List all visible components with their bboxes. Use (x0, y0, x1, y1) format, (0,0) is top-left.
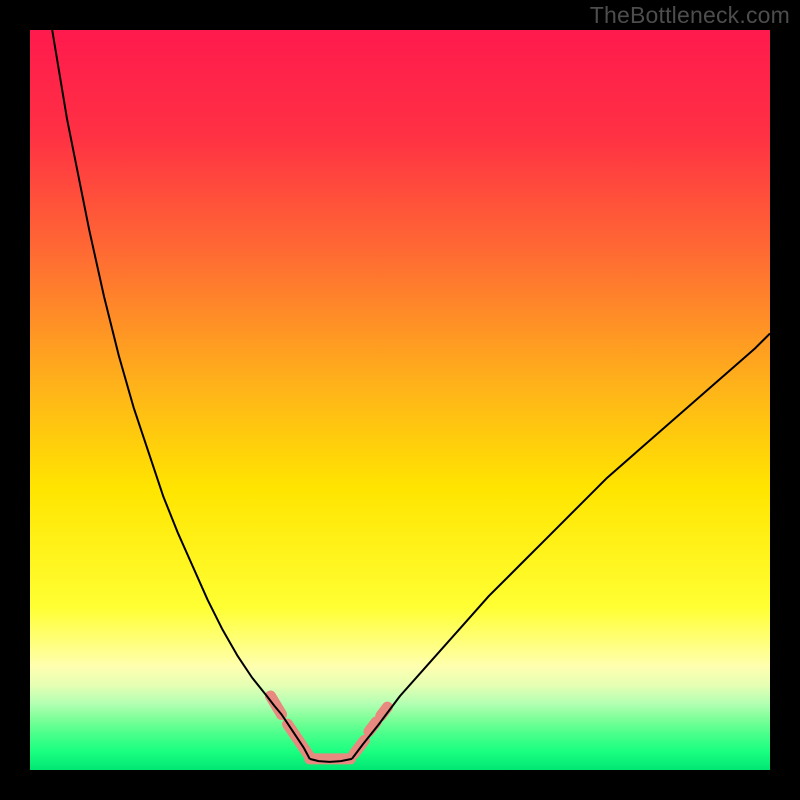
watermark-text: TheBottleneck.com (590, 2, 790, 29)
chart-background (30, 30, 770, 770)
chart-frame: TheBottleneck.com (0, 0, 800, 800)
chart-svg (30, 30, 770, 770)
plot-area (30, 30, 770, 770)
